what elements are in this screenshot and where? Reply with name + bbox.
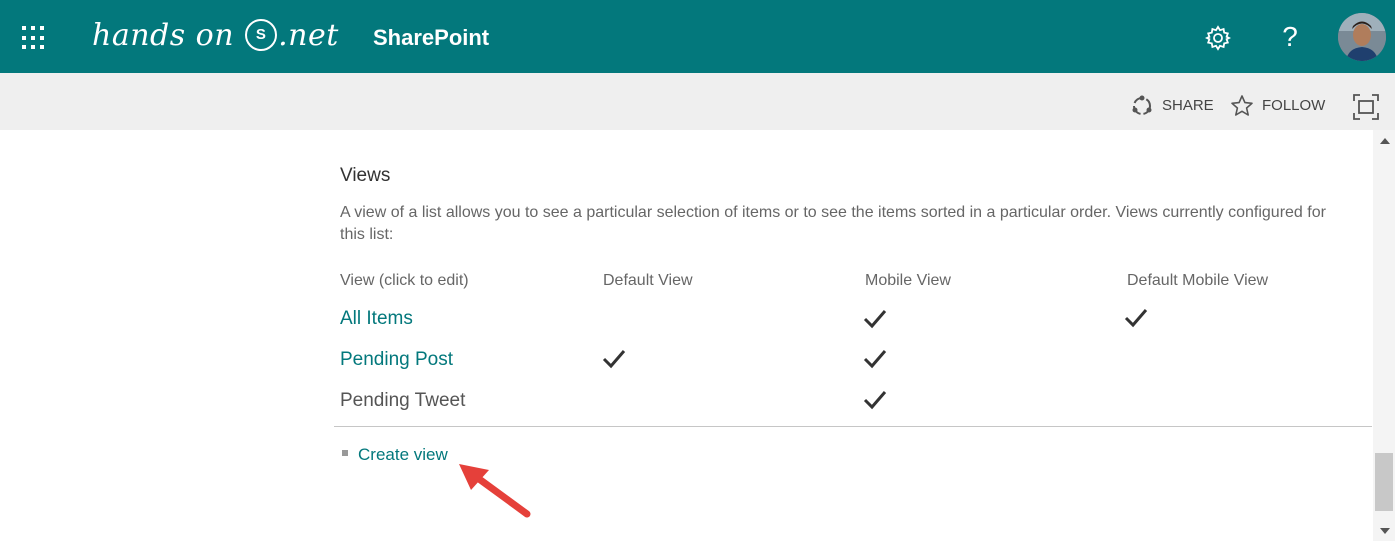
suite-bar: hands on S .net SharePoint ? bbox=[0, 0, 1395, 73]
logo-suffix: .net bbox=[278, 18, 339, 53]
view-link-pending-post[interactable]: Pending Post bbox=[340, 347, 453, 373]
share-label: SHARE bbox=[1162, 97, 1214, 114]
checkmark-icon bbox=[602, 350, 626, 369]
column-header-view: View (click to edit) bbox=[340, 272, 469, 289]
checkmark-icon bbox=[863, 391, 887, 410]
scrollbar-thumb[interactable] bbox=[1375, 453, 1393, 511]
column-header-mobile-view: Mobile View bbox=[865, 272, 951, 289]
logo-text: hands on bbox=[92, 18, 235, 53]
app-title[interactable]: SharePoint bbox=[373, 24, 489, 52]
focus-mode-icon[interactable] bbox=[1352, 93, 1380, 121]
column-header-default-view: Default View bbox=[603, 272, 693, 289]
share-button[interactable]: SHARE bbox=[1130, 95, 1214, 117]
scroll-up-arrow-icon[interactable] bbox=[1380, 138, 1390, 144]
checkmark-icon bbox=[863, 350, 887, 369]
star-icon bbox=[1231, 95, 1253, 116]
column-header-default-mobile-view: Default Mobile View bbox=[1127, 272, 1269, 289]
view-link-pending-tweet[interactable]: Pending Tweet bbox=[340, 388, 465, 414]
section-divider bbox=[334, 426, 1372, 427]
view-link-all-items[interactable]: All Items bbox=[340, 306, 413, 332]
app-launcher-icon[interactable] bbox=[22, 26, 48, 50]
follow-button[interactable]: FOLLOW bbox=[1230, 95, 1325, 117]
annotation-arrow-icon bbox=[459, 464, 531, 518]
logo-mark: S bbox=[245, 19, 278, 51]
follow-label: FOLLOW bbox=[1262, 97, 1326, 114]
checkmark-icon bbox=[1124, 309, 1148, 328]
bullet-icon bbox=[342, 450, 348, 456]
settings-gear-icon[interactable] bbox=[1204, 24, 1232, 52]
help-icon[interactable]: ? bbox=[1278, 20, 1302, 54]
site-logo[interactable]: hands on S .net bbox=[92, 16, 339, 56]
checkmark-icon bbox=[863, 310, 887, 329]
scroll-down-arrow-icon[interactable] bbox=[1380, 528, 1390, 534]
create-view-link[interactable]: Create view bbox=[358, 443, 448, 467]
section-description: A view of a list allows you to see a par… bbox=[340, 204, 1326, 243]
share-icon bbox=[1132, 95, 1152, 115]
user-avatar[interactable] bbox=[1338, 13, 1386, 61]
section-title: Views bbox=[340, 165, 391, 186]
